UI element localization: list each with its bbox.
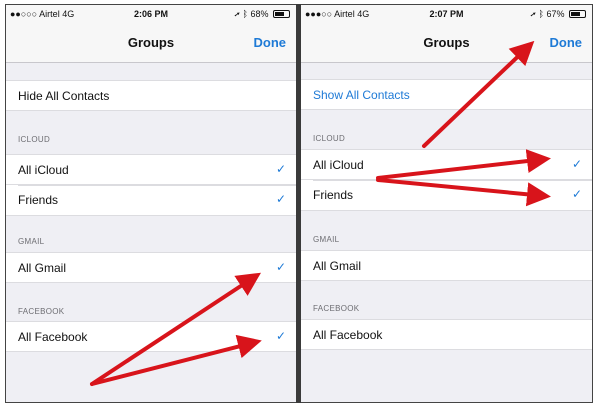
group-row-label: All Gmail — [18, 261, 67, 275]
section-header-icloud: ICLOUD — [313, 134, 346, 143]
group-row-label: All Facebook — [313, 328, 383, 342]
group-row-all-gmail[interactable]: All Gmail — [301, 250, 592, 281]
battery-percent: 68% — [250, 9, 269, 19]
right-phone-screen: ●●●○○ Airtel 4G 2:07 PM ➚ ᛒ 67% Groups D… — [301, 5, 592, 402]
nav-bar: Groups Done — [6, 23, 296, 63]
nav-title: Groups — [127, 35, 175, 50]
battery-icon — [569, 10, 586, 18]
group-row-all-icloud[interactable]: All iCloud ✓ — [301, 149, 592, 180]
group-row-label: All Facebook — [18, 330, 88, 344]
done-button[interactable]: Done — [254, 35, 287, 50]
nav-title: Groups — [423, 35, 470, 50]
show-all-contacts-label: Show All Contacts — [313, 88, 410, 102]
checkmark-icon: ✓ — [571, 157, 582, 171]
row-separator — [18, 185, 296, 186]
show-all-contacts-button[interactable]: Show All Contacts — [301, 79, 592, 110]
group-row-label: Friends — [18, 193, 59, 207]
group-row-label: All iCloud — [18, 163, 69, 177]
status-right: ➚ ᛒ 67% — [531, 9, 586, 19]
hide-all-contacts-button[interactable]: Hide All Contacts — [6, 80, 296, 111]
group-row-all-icloud[interactable]: All iCloud ✓ — [6, 154, 296, 185]
bluetooth-icon: ᛒ — [242, 9, 248, 19]
left-phone-screen: ●●○○○ Airtel 4G 2:06 PM ➚ ᛒ 68% Groups D… — [6, 5, 296, 402]
done-button[interactable]: Done — [550, 35, 583, 50]
status-right: ➚ ᛒ 68% — [235, 9, 290, 19]
checkmark-icon: ✓ — [275, 329, 286, 343]
row-separator — [313, 180, 592, 181]
checkmark-icon: ✓ — [275, 260, 286, 274]
section-header-icloud: ICLOUD — [18, 135, 51, 144]
hide-all-contacts-label: Hide All Contacts — [18, 89, 110, 103]
section-header-gmail: GMAIL — [18, 237, 45, 246]
nav-bar: Groups Done — [301, 23, 592, 63]
group-row-friends[interactable]: Friends ✓ — [301, 180, 592, 211]
checkmark-icon: ✓ — [571, 187, 582, 201]
group-row-label: All Gmail — [313, 259, 362, 273]
group-row-all-gmail[interactable]: All Gmail ✓ — [6, 252, 296, 283]
section-header-facebook: FACEBOOK — [313, 304, 360, 313]
checkmark-icon: ✓ — [275, 192, 286, 206]
group-row-all-facebook[interactable]: All Facebook ✓ — [6, 321, 296, 352]
bluetooth-icon: ᛒ — [538, 9, 544, 19]
battery-percent: 67% — [546, 9, 565, 19]
status-bar: ●●○○○ Airtel 4G 2:06 PM ➚ ᛒ 68% — [6, 5, 296, 23]
group-row-label: All iCloud — [313, 158, 364, 172]
location-arrow-icon: ➚ — [234, 9, 241, 19]
section-header-facebook: FACEBOOK — [18, 307, 65, 316]
battery-icon — [273, 10, 290, 18]
checkmark-icon: ✓ — [275, 162, 286, 176]
section-header-gmail: GMAIL — [313, 235, 340, 244]
status-bar: ●●●○○ Airtel 4G 2:07 PM ➚ ᛒ 67% — [301, 5, 592, 23]
location-arrow-icon: ➚ — [530, 9, 537, 19]
group-row-label: Friends — [313, 188, 354, 202]
group-row-friends[interactable]: Friends ✓ — [6, 185, 296, 216]
group-row-all-facebook[interactable]: All Facebook — [301, 319, 592, 350]
